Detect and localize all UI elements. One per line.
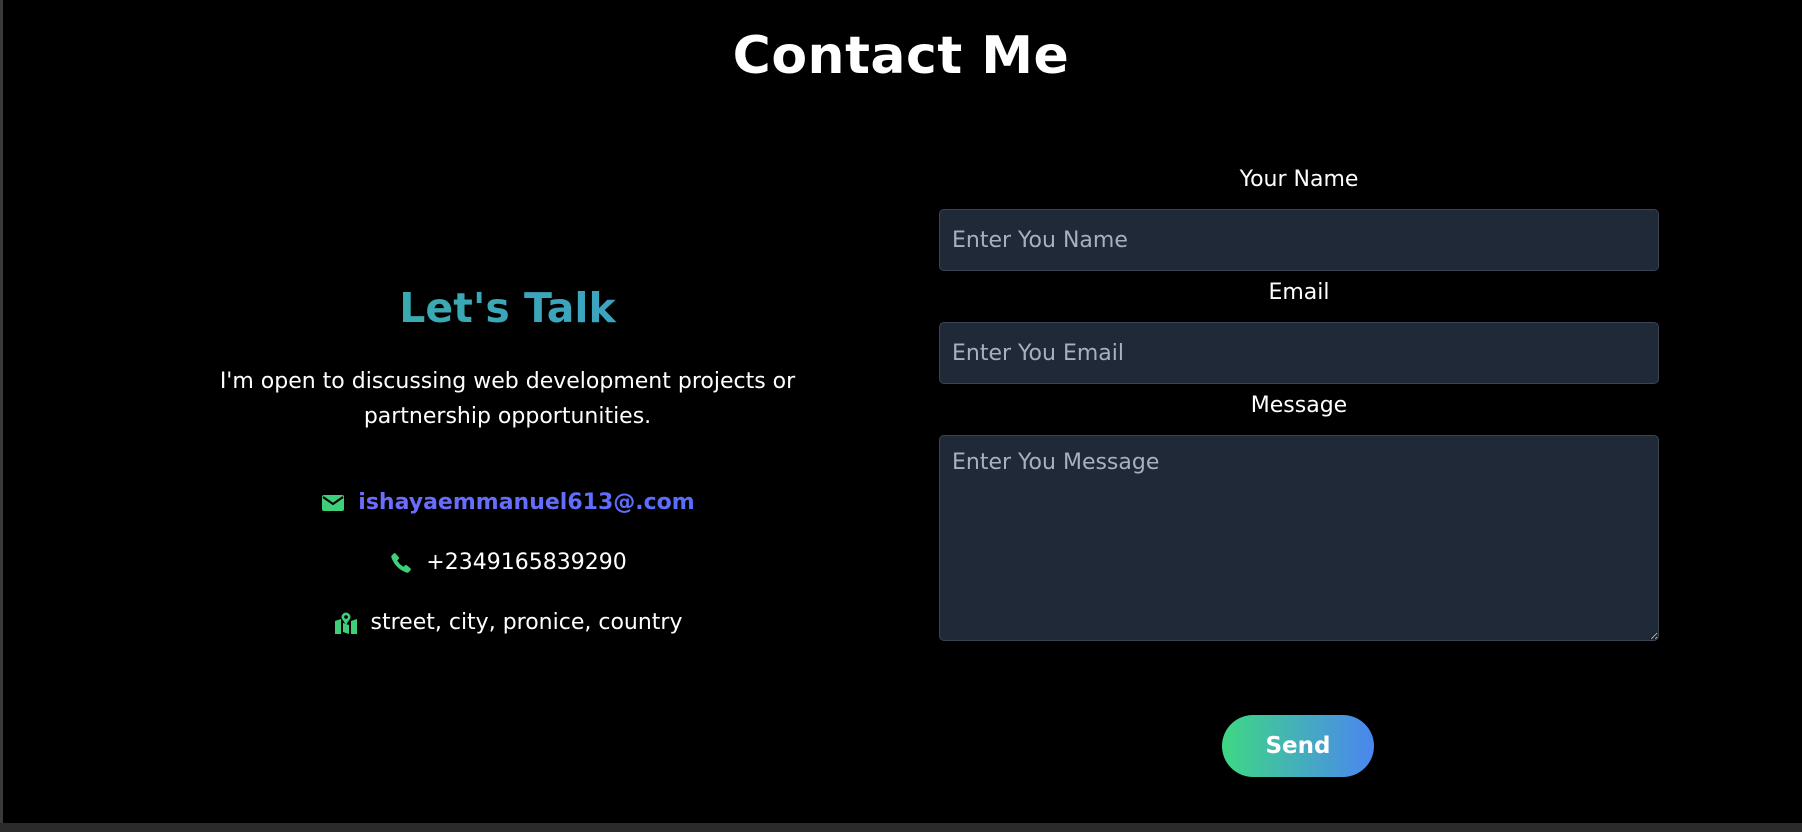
email-field-group: Email: [939, 278, 1659, 384]
contact-info-section: Let's Talk I'm open to discussing web de…: [150, 280, 865, 637]
page-title: Contact Me: [732, 26, 1070, 86]
contact-list: ishayaemmanuel613@.com +2349165839290 st…: [150, 488, 865, 637]
envelope-icon: [320, 490, 346, 516]
intro-text: I'm open to discussing web development p…: [219, 369, 796, 429]
map-location-icon: [333, 610, 359, 636]
contact-address-item: street, city, pronice, country: [333, 608, 683, 637]
contact-phone-item: +2349165839290: [388, 548, 627, 577]
contact-form: Your Name Email Message: [939, 165, 1659, 645]
email-input[interactable]: [939, 322, 1659, 384]
lets-talk-heading: Let's Talk: [150, 280, 865, 336]
window-edge: [0, 0, 3, 832]
address-text: street, city, pronice, country: [370, 610, 683, 635]
name-field-group: Your Name: [939, 165, 1659, 271]
email-link[interactable]: ishayaemmanuel613@.com: [358, 490, 694, 515]
contact-email-item: ishayaemmanuel613@.com: [320, 488, 695, 517]
phone-number: +2349165839290: [426, 550, 627, 575]
bottom-bar: [0, 823, 1802, 832]
send-button[interactable]: Send: [1222, 715, 1374, 777]
message-textarea[interactable]: [939, 435, 1659, 641]
name-label: Your Name: [1239, 167, 1359, 192]
send-button-wrap: Send: [1222, 715, 1374, 777]
name-input[interactable]: [939, 209, 1659, 271]
phone-icon: [388, 550, 414, 576]
contact-page: Contact Me Let's Talk I'm open to discus…: [0, 0, 1802, 832]
message-label: Message: [1250, 393, 1348, 418]
message-field-group: Message: [939, 391, 1659, 645]
email-label: Email: [1268, 280, 1330, 305]
